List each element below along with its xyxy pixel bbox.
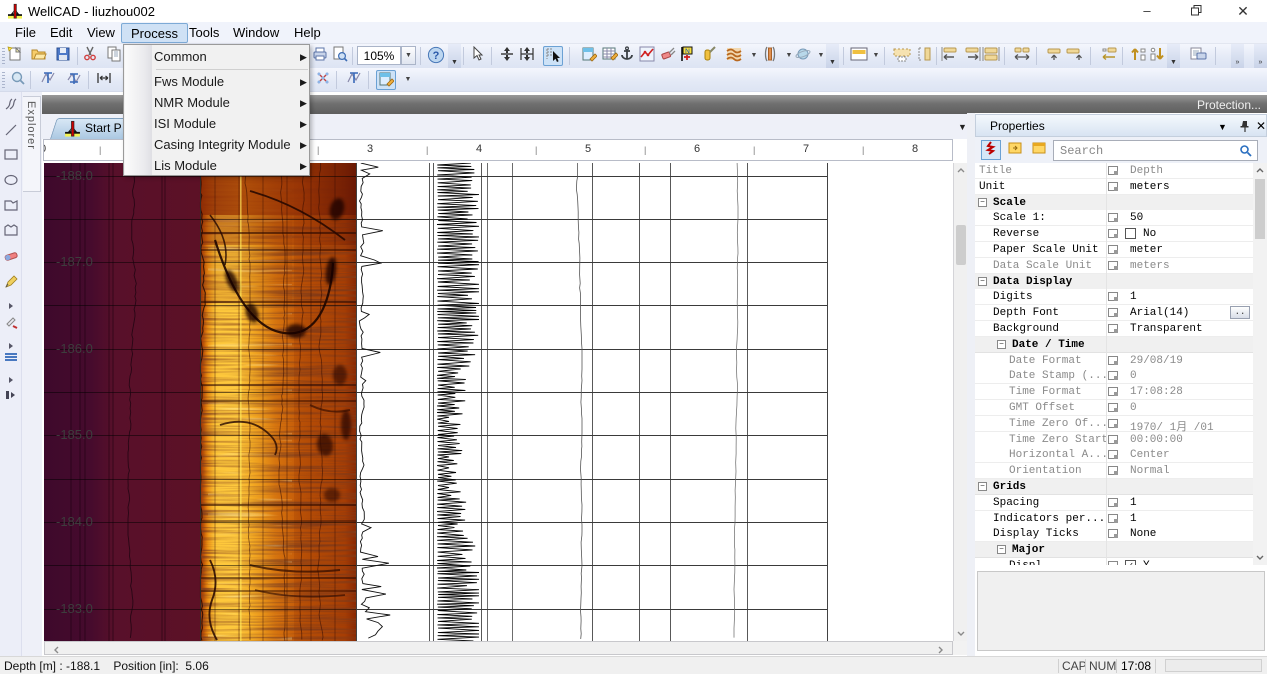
svg-text:?: ? xyxy=(433,50,440,62)
svg-text:-186.0: -186.0 xyxy=(56,341,93,356)
svg-text:-184.0: -184.0 xyxy=(56,514,93,529)
svg-text:-183.0: -183.0 xyxy=(56,601,93,616)
svg-text:-187.0: -187.0 xyxy=(56,254,93,269)
svg-text:-185.0: -185.0 xyxy=(56,427,93,442)
svg-text:-188.0: -188.0 xyxy=(56,168,93,183)
svg-text:N: N xyxy=(685,48,690,55)
